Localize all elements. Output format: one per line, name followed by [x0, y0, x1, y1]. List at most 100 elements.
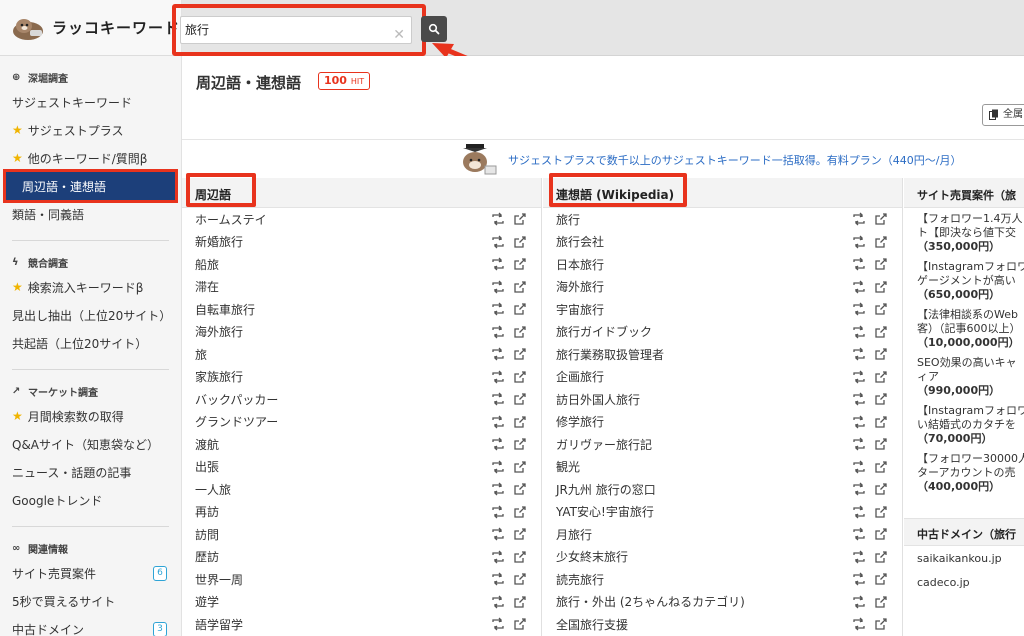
sidebar-item-suggest-keyword[interactable]: サジェストキーワード [0, 88, 181, 116]
keyword-row[interactable]: 一人旅 [182, 478, 541, 501]
sidebar-item-google-trends[interactable]: Googleトレンド [0, 486, 181, 514]
external-link-icon[interactable] [513, 460, 527, 474]
external-link-icon[interactable] [874, 527, 888, 541]
keyword-text[interactable]: 旅行業務取扱管理者 [556, 346, 664, 363]
site-deal-item[interactable]: 【Instagramフォロワ い結婚式のカタチを （70,000円） [904, 400, 1024, 448]
external-link-icon[interactable] [874, 235, 888, 249]
keyword-row[interactable]: 観光 [543, 456, 902, 479]
keyword-row[interactable]: 再訪 [182, 501, 541, 524]
site-deal-item[interactable]: 【Instagramフォロワ ゲージメントが高い （650,000円） [904, 256, 1024, 304]
keyword-row[interactable]: 旅行業務取扱管理者 [543, 343, 902, 366]
sidebar-item-quick-buy-sites[interactable]: 5秒で買えるサイト [0, 587, 181, 615]
keyword-text[interactable]: JR九州 旅行の窓口 [556, 481, 656, 498]
retweet-icon[interactable] [491, 302, 505, 316]
external-link-icon[interactable] [874, 460, 888, 474]
sidebar-item-related-words[interactable]: 周辺語・連想語 [3, 169, 178, 203]
keyword-row[interactable]: 旅行会社 [543, 231, 902, 254]
retweet-icon[interactable] [852, 595, 866, 609]
keyword-text[interactable]: 観光 [556, 458, 580, 475]
keyword-text[interactable]: 海外旅行 [556, 278, 604, 295]
keyword-text[interactable]: 遊学 [195, 593, 219, 610]
keyword-row[interactable]: 少女終末旅行 [543, 546, 902, 569]
retweet-icon[interactable] [491, 550, 505, 564]
keyword-row[interactable]: 月旅行 [543, 523, 902, 546]
retweet-icon[interactable] [852, 550, 866, 564]
keyword-text[interactable]: グランドツアー [195, 413, 278, 430]
external-link-icon[interactable] [874, 482, 888, 496]
clear-icon[interactable]: ✕ [393, 22, 405, 48]
retweet-icon[interactable] [491, 572, 505, 586]
retweet-icon[interactable] [852, 325, 866, 339]
keyword-text[interactable]: 船旅 [195, 256, 219, 273]
keyword-row[interactable]: 修学旅行 [543, 411, 902, 434]
retweet-icon[interactable] [491, 437, 505, 451]
keyword-row[interactable]: 読売旅行 [543, 568, 902, 591]
sidebar-item-qa-sites[interactable]: Q&Aサイト（知恵袋など） [0, 430, 181, 458]
external-link-icon[interactable] [513, 415, 527, 429]
copy-all-button[interactable]: 全属 [982, 104, 1024, 126]
sidebar-item-monthly-volume[interactable]: ★ 月間検索数の取得 [0, 402, 181, 430]
keyword-text[interactable]: 月旅行 [556, 526, 592, 543]
keyword-row[interactable]: 旅行 [543, 208, 902, 231]
keyword-text[interactable]: 世界一周 [195, 571, 243, 588]
keyword-row[interactable]: 出張 [182, 456, 541, 479]
external-link-icon[interactable] [513, 482, 527, 496]
retweet-icon[interactable] [491, 280, 505, 294]
retweet-icon[interactable] [852, 527, 866, 541]
site-deal-item[interactable]: 【フォロワー30000人 ターアカウントの売 （400,000円） [904, 448, 1024, 496]
retweet-icon[interactable] [491, 212, 505, 226]
external-link-icon[interactable] [874, 257, 888, 271]
sidebar-item-headings[interactable]: 見出し抽出（上位20サイト） [0, 301, 181, 329]
external-link-icon[interactable] [513, 235, 527, 249]
keyword-text[interactable]: 旅行ガイドブック [556, 323, 652, 340]
keyword-row[interactable]: 新婚旅行 [182, 231, 541, 254]
keyword-row[interactable]: 企画旅行 [543, 366, 902, 389]
external-link-icon[interactable] [874, 325, 888, 339]
keyword-text[interactable]: 訪日外国人旅行 [556, 391, 640, 408]
sidebar-item-synonyms[interactable]: 類語・同義語 [0, 200, 181, 228]
keyword-row[interactable]: 旅行・外出 (2ちゃんねるカテゴリ) [543, 591, 902, 614]
promo-link[interactable]: サジェストプラスで数千以上のサジェストキーワード一括取得。有料プラン（440円〜… [508, 152, 961, 168]
retweet-icon[interactable] [852, 280, 866, 294]
keyword-text[interactable]: 語学留学 [195, 616, 243, 633]
keyword-text[interactable]: YAT安心!宇宙旅行 [556, 503, 654, 520]
keyword-row[interactable]: 自転車旅行 [182, 298, 541, 321]
external-link-icon[interactable] [874, 392, 888, 406]
retweet-icon[interactable] [852, 437, 866, 451]
retweet-icon[interactable] [852, 482, 866, 496]
retweet-icon[interactable] [491, 370, 505, 384]
site-deal-item[interactable]: SEO効果の高いキャ ィア （990,000円） [904, 352, 1024, 400]
retweet-icon[interactable] [491, 347, 505, 361]
keyword-row[interactable]: 歴訪 [182, 546, 541, 569]
retweet-icon[interactable] [491, 415, 505, 429]
external-link-icon[interactable] [513, 212, 527, 226]
keyword-text[interactable]: 宇宙旅行 [556, 301, 604, 318]
retweet-icon[interactable] [852, 392, 866, 406]
keyword-text[interactable]: 出張 [195, 458, 219, 475]
keyword-row[interactable]: 旅 [182, 343, 541, 366]
keyword-row[interactable]: ホームステイ [182, 208, 541, 231]
external-link-icon[interactable] [874, 302, 888, 316]
keyword-text[interactable]: 旅行会社 [556, 233, 604, 250]
external-link-icon[interactable] [513, 280, 527, 294]
keyword-text[interactable]: 海外旅行 [195, 323, 243, 340]
external-link-icon[interactable] [513, 595, 527, 609]
retweet-icon[interactable] [852, 617, 866, 631]
keyword-row[interactable]: 家族旅行 [182, 366, 541, 389]
retweet-icon[interactable] [491, 505, 505, 519]
external-link-icon[interactable] [513, 572, 527, 586]
external-link-icon[interactable] [874, 617, 888, 631]
site-deal-item[interactable]: 【法律相談系のWeb 客）（記事600以上） （10,000,000円） [904, 304, 1024, 352]
external-link-icon[interactable] [874, 550, 888, 564]
keyword-row[interactable]: YAT安心!宇宙旅行 [543, 501, 902, 524]
retweet-icon[interactable] [491, 325, 505, 339]
keyword-text[interactable]: ホームステイ [195, 211, 267, 228]
retweet-icon[interactable] [852, 347, 866, 361]
keyword-row[interactable]: 宇宙旅行 [543, 298, 902, 321]
external-link-icon[interactable] [513, 347, 527, 361]
keyword-text[interactable]: 渡航 [195, 436, 219, 453]
keyword-text[interactable]: 新婚旅行 [195, 233, 243, 250]
external-link-icon[interactable] [513, 550, 527, 564]
search-input[interactable]: 旅行 ✕ [180, 16, 412, 44]
keyword-text[interactable]: ガリヴァー旅行記 [556, 436, 652, 453]
